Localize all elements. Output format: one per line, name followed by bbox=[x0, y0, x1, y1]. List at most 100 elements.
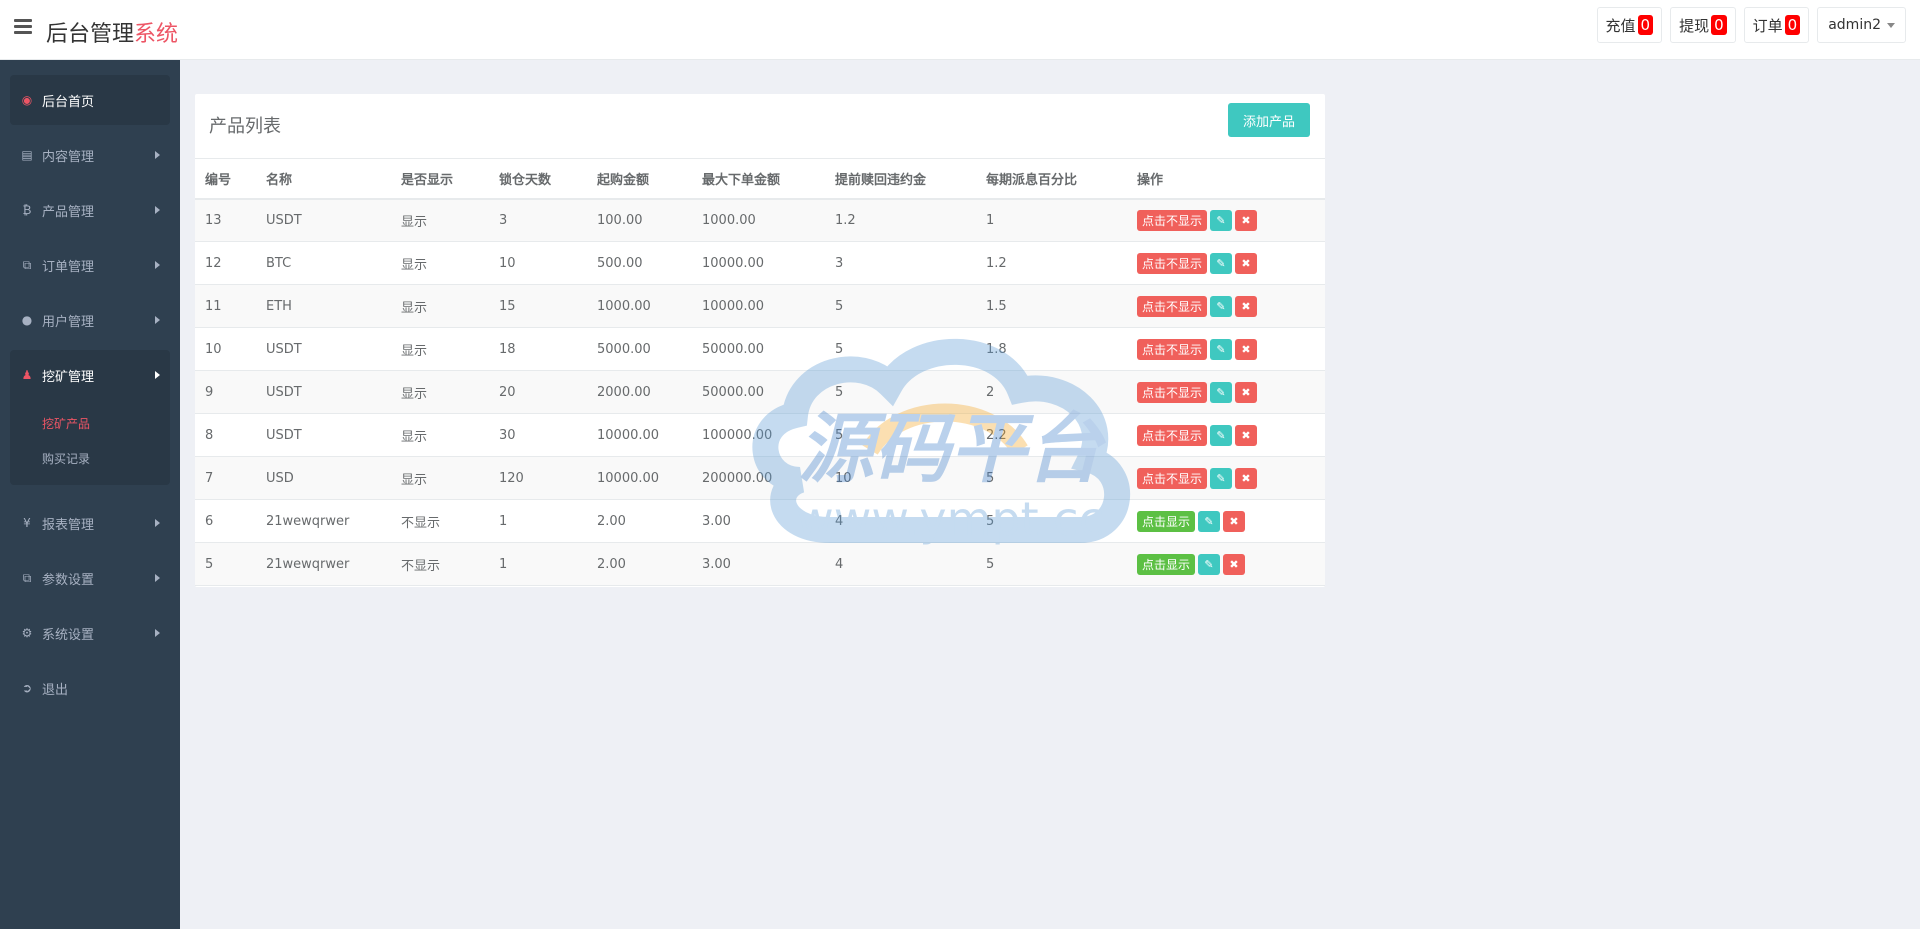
product-list-panel: 产品列表 添加产品 编号 名称 是否显示 锁仓天数 起购金额 最大下单金额 提前… bbox=[195, 94, 1325, 587]
delete-trash-icon[interactable]: ✖ bbox=[1235, 424, 1258, 446]
cell-days: 10 bbox=[499, 255, 516, 271]
cell-show: 显示 bbox=[401, 300, 428, 316]
column-header: 最大下单金额 bbox=[702, 172, 781, 188]
edit-pencil-icon[interactable]: ✎ bbox=[1210, 338, 1233, 360]
cell-min: 100.00 bbox=[597, 212, 643, 228]
withdraw-button[interactable]: 提现 0 bbox=[1670, 7, 1736, 43]
cell-days: 18 bbox=[499, 341, 516, 357]
submenu-purchase-records[interactable]: 购买记录 bbox=[42, 450, 90, 467]
username: admin2 bbox=[1828, 17, 1881, 33]
sidebar-item-logout[interactable]: ➲ 退出 bbox=[10, 663, 170, 713]
cell-days: 3 bbox=[499, 212, 508, 228]
edit-pencil-icon[interactable]: ✎ bbox=[1198, 553, 1221, 575]
table-row: 9 USDT 显示 20 2000.00 50000.00 5 2 点击不显示 ✎ ✖ bbox=[195, 370, 1325, 414]
cell-name: USDT bbox=[266, 212, 302, 228]
cell-min: 10000.00 bbox=[597, 427, 660, 443]
sidebar-item-products[interactable]: ₿ 产品管理 bbox=[10, 185, 170, 235]
toggle-visibility-button[interactable]: 点击不显示 bbox=[1137, 424, 1208, 446]
edit-pencil-icon[interactable]: ✎ bbox=[1210, 252, 1233, 274]
cell-min: 2.00 bbox=[597, 513, 626, 529]
delete-trash-icon[interactable]: ✖ bbox=[1235, 295, 1258, 317]
sidebar-item-content[interactable]: ▤ 内容管理 bbox=[10, 130, 170, 180]
sidebar-item-label: 挖矿管理 bbox=[42, 369, 95, 385]
submenu-mining-products[interactable]: 挖矿产品 bbox=[42, 415, 90, 432]
sidebar-item-orders[interactable]: ⧉ 订单管理 bbox=[10, 240, 170, 290]
sidebar-item-reports[interactable]: ¥ 报表管理 bbox=[10, 498, 170, 548]
caret-right-icon bbox=[155, 261, 160, 269]
edit-pencil-icon[interactable]: ✎ bbox=[1198, 510, 1221, 532]
caret-right-icon bbox=[155, 151, 160, 159]
action-group: 点击不显示 ✎ ✖ bbox=[1137, 209, 1325, 231]
column-header: 锁仓天数 bbox=[499, 172, 552, 188]
toggle-visibility-button[interactable]: 点击显示 bbox=[1137, 510, 1196, 532]
sidebar-item-system[interactable]: ⚙ 系统设置 bbox=[10, 608, 170, 658]
recharge-label: 充值 bbox=[1605, 16, 1636, 35]
cell-rate: 1 bbox=[986, 212, 995, 228]
edit-pencil-icon[interactable]: ✎ bbox=[1210, 295, 1233, 317]
cell-name: 21wewqrwer bbox=[266, 556, 350, 572]
recharge-button[interactable]: 充值 0 bbox=[1596, 7, 1663, 43]
delete-trash-icon[interactable]: ✖ bbox=[1235, 467, 1258, 489]
column-header: 名称 bbox=[266, 172, 293, 188]
hamburger-menu-icon[interactable] bbox=[14, 19, 32, 37]
toggle-visibility-button[interactable]: 点击不显示 bbox=[1137, 295, 1208, 317]
cell-id: 6 bbox=[205, 513, 214, 529]
cell-id: 12 bbox=[205, 255, 222, 271]
delete-trash-icon[interactable]: ✖ bbox=[1223, 510, 1246, 532]
delete-trash-icon[interactable]: ✖ bbox=[1235, 209, 1258, 231]
cell-id: 5 bbox=[205, 556, 214, 572]
cell-min: 10000.00 bbox=[597, 470, 660, 486]
cell-max: 10000.00 bbox=[702, 298, 765, 314]
delete-trash-icon[interactable]: ✖ bbox=[1235, 338, 1258, 360]
cell-min: 2.00 bbox=[597, 556, 626, 572]
cell-penalty: 4 bbox=[835, 513, 844, 529]
sidebar-item-home[interactable]: ◉ 后台首页 bbox=[10, 75, 170, 125]
action-group: 点击不显示 ✎ ✖ bbox=[1137, 338, 1325, 360]
user-dropdown[interactable]: admin2 bbox=[1817, 7, 1906, 43]
toggle-visibility-button[interactable]: 点击显示 bbox=[1137, 553, 1196, 575]
cell-show: 显示 bbox=[401, 429, 428, 445]
action-group: 点击不显示 ✎ ✖ bbox=[1137, 424, 1325, 446]
cell-show: 不显示 bbox=[401, 515, 441, 531]
cell-rate: 2 bbox=[986, 384, 995, 400]
edit-pencil-icon[interactable]: ✎ bbox=[1210, 209, 1233, 231]
cell-rate: 1.2 bbox=[986, 255, 1007, 271]
cell-actions: 点击不显示 ✎ ✖ bbox=[1127, 285, 1325, 328]
caret-down-icon bbox=[1887, 22, 1895, 28]
copy-icon: ⧉ bbox=[22, 257, 32, 272]
toggle-visibility-button[interactable]: 点击不显示 bbox=[1137, 209, 1208, 231]
withdraw-label: 提现 bbox=[1679, 16, 1710, 35]
sidebar-item-users[interactable]: ● 用户管理 bbox=[10, 295, 170, 345]
delete-trash-icon[interactable]: ✖ bbox=[1235, 381, 1258, 403]
delete-trash-icon[interactable]: ✖ bbox=[1235, 252, 1258, 274]
delete-trash-icon[interactable]: ✖ bbox=[1223, 553, 1246, 575]
edit-pencil-icon[interactable]: ✎ bbox=[1210, 424, 1233, 446]
cell-min: 5000.00 bbox=[597, 341, 651, 357]
cell-days: 15 bbox=[499, 298, 516, 314]
cell-actions: 点击不显示 ✎ ✖ bbox=[1127, 328, 1325, 371]
top-header: 后台管理系统 充值 0 提现 0 订单 0 admin2 bbox=[0, 0, 1920, 60]
column-header: 是否显示 bbox=[401, 172, 454, 188]
cell-actions: 点击不显示 ✎ ✖ bbox=[1127, 457, 1325, 500]
cell-id: 11 bbox=[205, 298, 222, 314]
cell-name: BTC bbox=[266, 255, 292, 271]
add-product-button[interactable]: 添加产品 bbox=[1228, 103, 1310, 137]
cell-max: 3.00 bbox=[702, 556, 731, 572]
cell-max: 50000.00 bbox=[702, 341, 765, 357]
column-header: 起购金额 bbox=[597, 172, 650, 188]
cell-penalty: 3 bbox=[835, 255, 844, 271]
table-row: 8 USDT 显示 30 10000.00 100000.00 5 2.2 点击不显示 ✎ ✖ bbox=[195, 414, 1325, 457]
sidebar-item-label: 订单管理 bbox=[42, 259, 95, 275]
sidebar-item-label: 内容管理 bbox=[42, 149, 95, 165]
toggle-visibility-button[interactable]: 点击不显示 bbox=[1137, 338, 1208, 360]
toggle-visibility-button[interactable]: 点击不显示 bbox=[1137, 467, 1208, 489]
edit-pencil-icon[interactable]: ✎ bbox=[1210, 467, 1233, 489]
toggle-visibility-button[interactable]: 点击不显示 bbox=[1137, 252, 1208, 274]
cell-show: 不显示 bbox=[401, 558, 441, 574]
edit-pencil-icon[interactable]: ✎ bbox=[1210, 381, 1233, 403]
orders-button[interactable]: 订单 0 bbox=[1743, 7, 1810, 43]
toggle-visibility-button[interactable]: 点击不显示 bbox=[1137, 381, 1208, 403]
sidebar-item-params[interactable]: ⧉ 参数设置 bbox=[10, 553, 170, 603]
sidebar-item-mining[interactable]: ♟ 挖矿管理 bbox=[10, 350, 170, 400]
cell-rate: 1.5 bbox=[986, 298, 1007, 314]
